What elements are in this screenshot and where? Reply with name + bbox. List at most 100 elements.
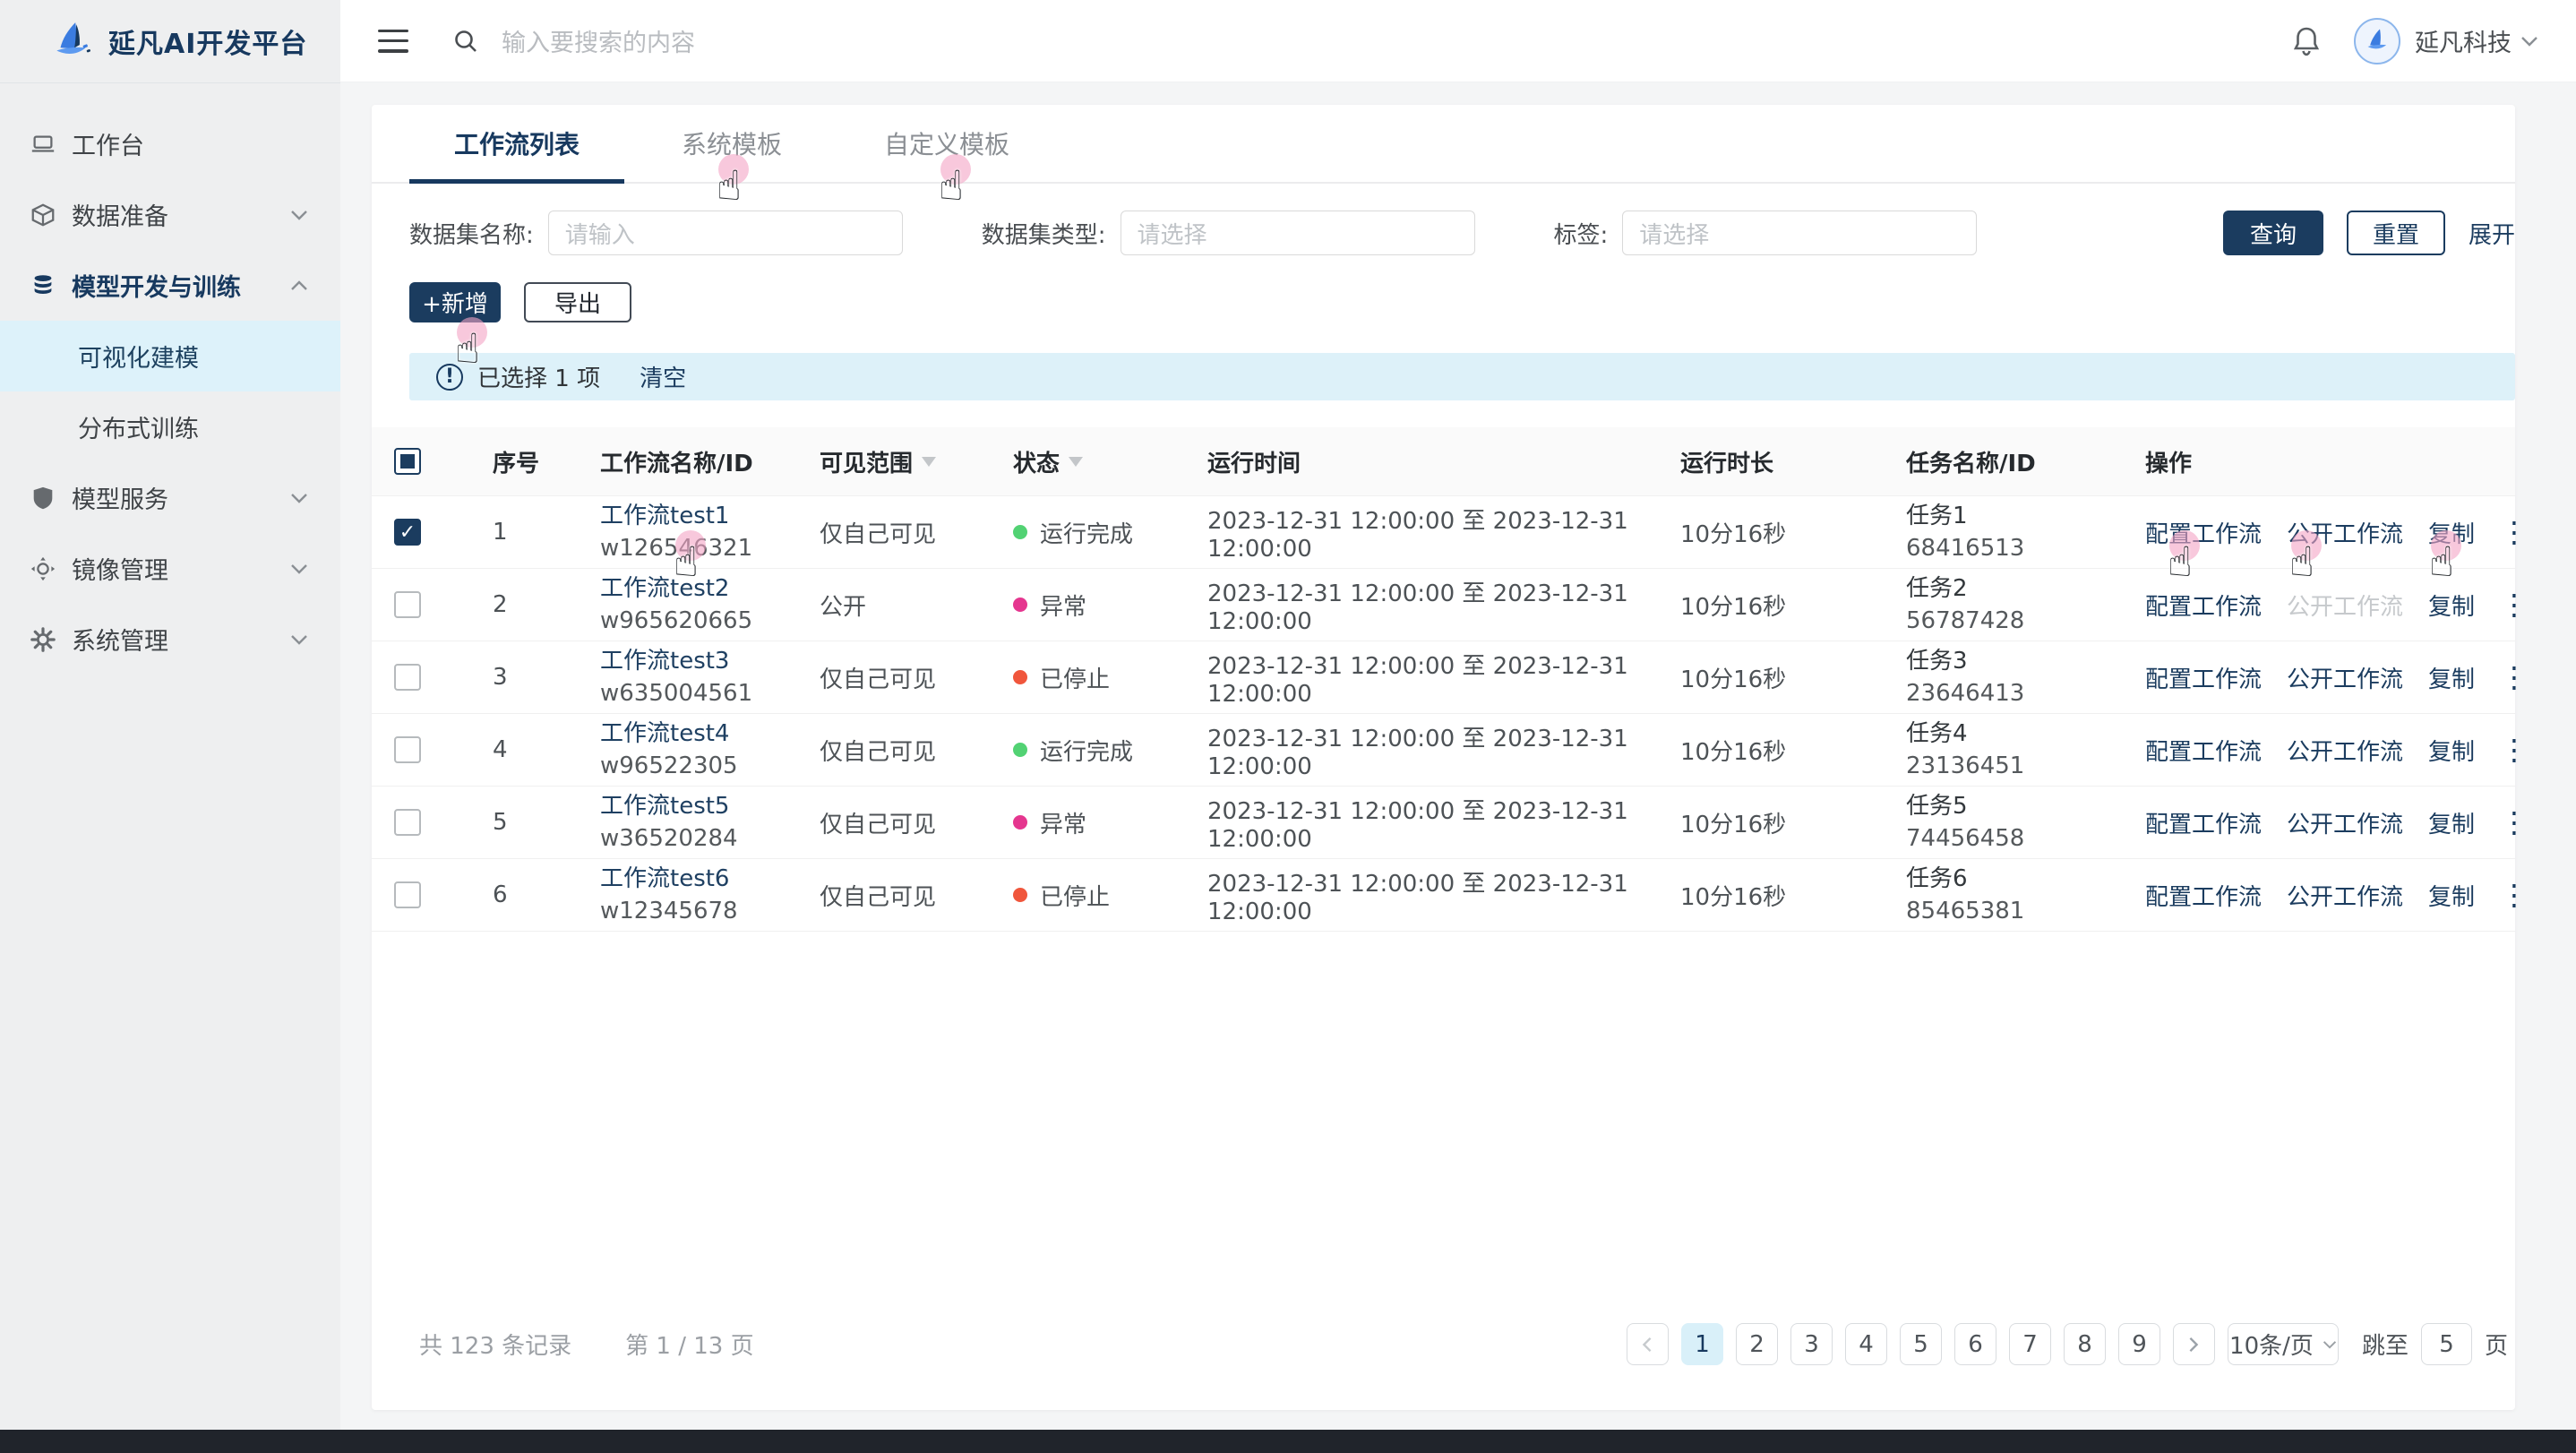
- page-button-9[interactable]: 9: [2118, 1323, 2160, 1365]
- row-checkbox[interactable]: [394, 664, 421, 691]
- status-badge: 已停止: [1013, 661, 1185, 694]
- visibility-value: 仅自己可见: [797, 714, 991, 787]
- copy-link[interactable]: 复制: [2428, 589, 2475, 622]
- sidebar-item-visual-modeling[interactable]: 可视化建模: [0, 321, 340, 391]
- bottom-dark-bar: [0, 1430, 2576, 1453]
- gear-icon: [30, 626, 56, 653]
- configure-workflow-link[interactable]: 配置工作流: [2145, 589, 2262, 622]
- workflow-name-link[interactable]: 工作流test5: [600, 790, 797, 822]
- configure-workflow-link[interactable]: 配置工作流: [2145, 879, 2262, 912]
- filter-funnel-icon[interactable]: [1069, 457, 1083, 474]
- clear-selection-link[interactable]: 清空: [640, 360, 686, 393]
- input-placeholder: 请选择: [1138, 217, 1207, 250]
- search-icon: [451, 27, 480, 56]
- configure-workflow-link[interactable]: 配置工作流: [2145, 806, 2262, 839]
- task-id: 23136451: [1906, 750, 2123, 782]
- filter-group-3: 标签:请选择: [1554, 211, 1978, 255]
- sidebar-item-model-service[interactable]: 模型服务: [0, 462, 340, 533]
- publish-workflow-link[interactable]: 公开工作流: [2287, 879, 2403, 912]
- search-input[interactable]: 输入要搜索的内容: [502, 23, 695, 58]
- more-actions-icon[interactable]: ⋮: [2500, 596, 2529, 614]
- sidebar-item-workbench[interactable]: 工作台: [0, 108, 340, 179]
- add-new-button[interactable]: +新增: [409, 282, 501, 322]
- tab-1[interactable]: 工作流列表: [409, 105, 624, 182]
- next-page-button[interactable]: [2173, 1323, 2215, 1365]
- configure-workflow-link[interactable]: 配置工作流: [2145, 734, 2262, 767]
- page-button-2[interactable]: 2: [1736, 1323, 1778, 1365]
- company-name[interactable]: 延凡科技: [2415, 23, 2512, 58]
- input-placeholder: 请输入: [565, 217, 635, 250]
- page-button-4[interactable]: 4: [1845, 1323, 1887, 1365]
- filter-input-2[interactable]: 请选择: [1121, 211, 1475, 255]
- sidebar-item-distributed-training[interactable]: 分布式训练: [0, 391, 340, 462]
- copy-link[interactable]: 复制: [2428, 516, 2475, 549]
- select-all-checkbox[interactable]: [394, 448, 421, 475]
- page-button-5[interactable]: 5: [1900, 1323, 1942, 1365]
- status-label: 已停止: [1040, 879, 1110, 912]
- row-index: 6: [470, 859, 578, 932]
- visibility-value: 公开: [797, 569, 991, 641]
- global-search[interactable]: 输入要搜索的内容: [451, 23, 2291, 58]
- cube-icon: [30, 202, 56, 228]
- sidebar-item-image-mgmt[interactable]: 镜像管理: [0, 533, 340, 604]
- table-header-row: 序号工作流名称/ID可见范围状态运行时间运行时长任务名称/ID操作: [372, 427, 2515, 496]
- expand-link[interactable]: 展开: [2469, 217, 2515, 250]
- more-actions-icon[interactable]: ⋮: [2500, 813, 2529, 831]
- row-checkbox[interactable]: [394, 809, 421, 836]
- more-actions-icon[interactable]: ⋮: [2500, 741, 2529, 759]
- query-button[interactable]: 查询: [2223, 211, 2323, 255]
- user-avatar[interactable]: [2354, 18, 2400, 64]
- task-name: 任务5: [1906, 790, 2123, 822]
- page-size-select[interactable]: 10条/页: [2228, 1323, 2339, 1365]
- row-checkbox[interactable]: ✓: [394, 519, 421, 546]
- copy-link[interactable]: 复制: [2428, 879, 2475, 912]
- app-title: 延凡AI开发平台: [108, 21, 307, 61]
- publish-workflow-link[interactable]: 公开工作流: [2287, 661, 2403, 694]
- hamburger-menu-icon[interactable]: [378, 30, 408, 53]
- copy-link[interactable]: 复制: [2428, 806, 2475, 839]
- copy-link[interactable]: 复制: [2428, 734, 2475, 767]
- duration-value: 10分16秒: [1658, 641, 1884, 714]
- status-badge: 运行完成: [1013, 734, 1185, 767]
- publish-workflow-link[interactable]: 公开工作流: [2287, 806, 2403, 839]
- row-checkbox[interactable]: [394, 591, 421, 618]
- jump-to-label: 跳至: [2362, 1328, 2409, 1361]
- row-checkbox[interactable]: [394, 736, 421, 763]
- workflow-name-link[interactable]: 工作流test6: [600, 863, 797, 895]
- tab-3[interactable]: 自定义模板: [839, 105, 1054, 182]
- prev-page-button[interactable]: [1627, 1323, 1669, 1365]
- duration-value: 10分16秒: [1658, 859, 1884, 932]
- sidebar-item-data-prep[interactable]: 数据准备: [0, 179, 340, 250]
- workflow-name-link[interactable]: 工作流test1: [600, 500, 797, 532]
- configure-workflow-link[interactable]: 配置工作流: [2145, 516, 2262, 549]
- filter-funnel-icon[interactable]: [922, 457, 936, 474]
- page-button-8[interactable]: 8: [2064, 1323, 2106, 1365]
- workflow-name-link[interactable]: 工作流test4: [600, 718, 797, 750]
- copy-link[interactable]: 复制: [2428, 661, 2475, 694]
- more-actions-icon[interactable]: ⋮: [2500, 523, 2529, 541]
- page-button-3[interactable]: 3: [1790, 1323, 1833, 1365]
- workflow-name-link[interactable]: 工作流test3: [600, 645, 797, 677]
- filter-input-3[interactable]: 请选择: [1622, 211, 1977, 255]
- status-badge: 运行完成: [1013, 516, 1185, 549]
- more-actions-icon[interactable]: ⋮: [2500, 668, 2529, 686]
- jump-page-input[interactable]: 5: [2421, 1323, 2472, 1365]
- sidebar-item-model-dev-train[interactable]: 模型开发与训练: [0, 250, 340, 321]
- page-button-6[interactable]: 6: [1954, 1323, 1996, 1365]
- reset-button[interactable]: 重置: [2347, 211, 2445, 255]
- notification-bell-icon[interactable]: [2291, 25, 2322, 57]
- filter-input-1[interactable]: 请输入: [548, 211, 903, 255]
- sidebar-item-system-mgmt[interactable]: 系统管理: [0, 604, 340, 675]
- page-button-7[interactable]: 7: [2009, 1323, 2051, 1365]
- publish-workflow-link[interactable]: 公开工作流: [2287, 734, 2403, 767]
- configure-workflow-link[interactable]: 配置工作流: [2145, 661, 2262, 694]
- publish-workflow-link[interactable]: 公开工作流: [2287, 516, 2403, 549]
- workflow-name-link[interactable]: 工作流test2: [600, 572, 797, 605]
- table-row: 2工作流test2w965620665公开异常2023-12-31 12:00:…: [372, 569, 2515, 641]
- info-icon: !: [436, 364, 463, 391]
- export-button[interactable]: 导出: [524, 282, 631, 322]
- more-actions-icon[interactable]: ⋮: [2500, 886, 2529, 904]
- page-button-1[interactable]: 1: [1681, 1323, 1723, 1365]
- tab-2[interactable]: 系统模板: [624, 105, 839, 182]
- row-checkbox[interactable]: [394, 881, 421, 908]
